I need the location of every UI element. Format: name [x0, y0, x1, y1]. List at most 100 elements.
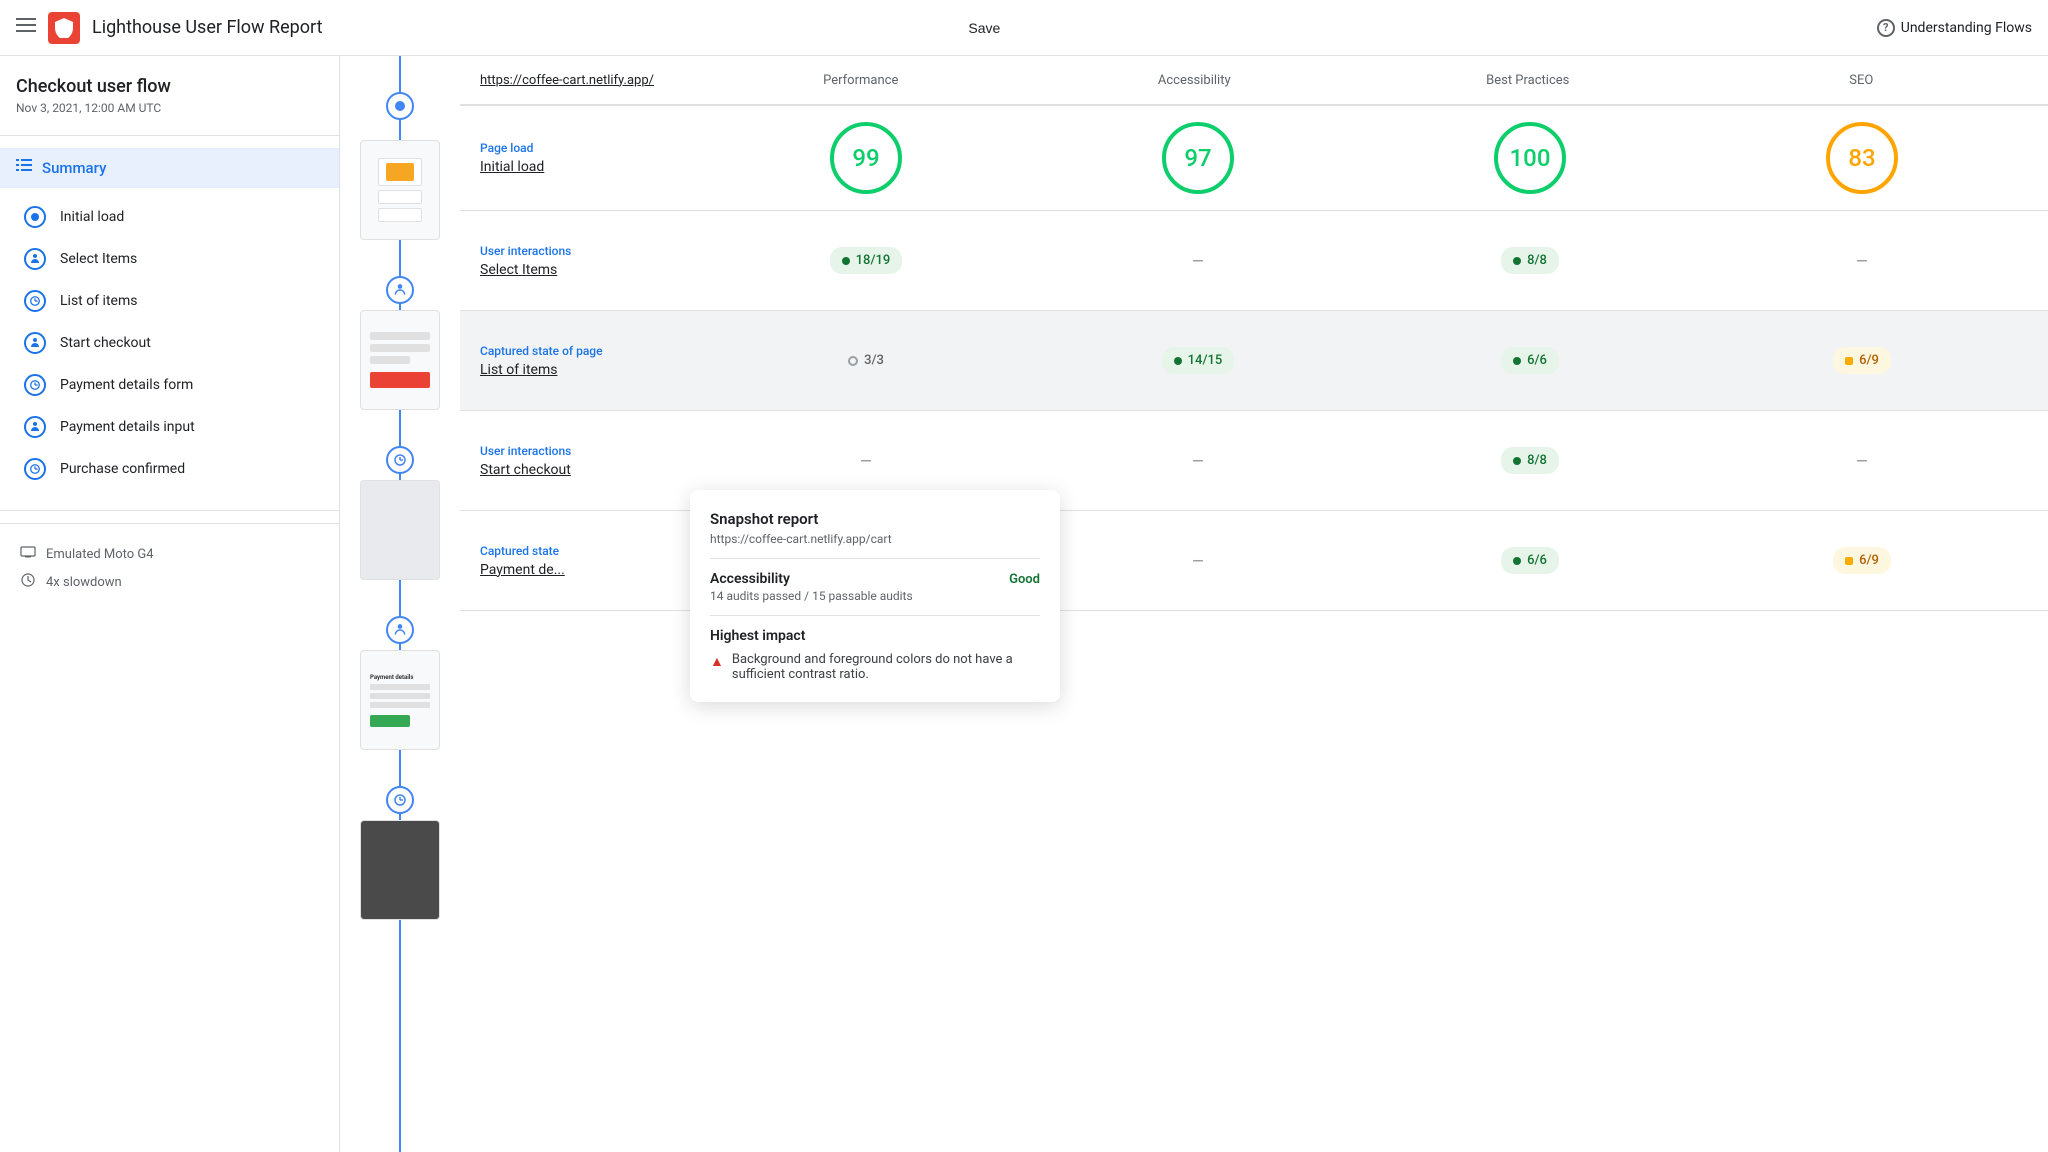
score-pill-18-19: 18/19 — [830, 247, 903, 274]
row-name-payment[interactable]: Payment de... — [480, 562, 700, 578]
snapshot-icon-purchase — [24, 458, 46, 480]
sidebar-footer-divider — [0, 510, 339, 511]
tooltip-accessibility-header: Accessibility Good — [710, 571, 1040, 587]
timeline-thumb-payment-form[interactable]: Payment details — [360, 616, 440, 750]
sidebar-step-start-checkout[interactable]: Start checkout — [0, 322, 339, 364]
sidebar-step-purchase-confirmed[interactable]: Purchase confirmed — [0, 448, 339, 490]
score-cell-bp-list: 6/6 — [1364, 347, 1696, 374]
step-label-initial-load: Initial load — [60, 209, 124, 225]
pill-dot — [1513, 557, 1521, 565]
row-name-initial-load[interactable]: Initial load — [480, 159, 700, 175]
user-interaction-icon-checkout — [24, 332, 46, 354]
score-circle-83: 83 — [1826, 122, 1898, 194]
row-label-payment-details: Captured state Payment de... — [480, 544, 700, 578]
score-cell-bp-checkout: 8/8 — [1364, 447, 1696, 474]
sidebar-title: Checkout user flow — [16, 76, 323, 97]
score-pill-8-8-select: 8/8 — [1501, 247, 1559, 274]
tooltip-impact-item: ▲ Background and foreground colors do no… — [710, 652, 1040, 682]
score-cell-bp-select: 8/8 — [1364, 247, 1696, 274]
dash-acc-select: – — [1191, 249, 1204, 273]
main-layout: Checkout user flow Nov 3, 2021, 12:00 AM… — [0, 56, 2048, 1152]
score-cell-perf-checkout: – — [700, 447, 1032, 474]
row-name-start-checkout[interactable]: Start checkout — [480, 462, 700, 478]
tooltip-url: https://coffee-cart.netlify.app/cart — [710, 532, 1040, 546]
score-cell-acc-select: – — [1032, 247, 1364, 274]
summary-label: Summary — [42, 159, 106, 177]
tooltip-impact-text: Background and foreground colors do not … — [732, 652, 1040, 682]
score-pill-14-15: 14/15 — [1162, 347, 1235, 374]
row-name-select-items[interactable]: Select Items — [480, 262, 700, 278]
scores-url[interactable]: https://coffee-cart.netlify.app/ — [480, 73, 654, 88]
sidebar-step-list-of-items[interactable]: List of items — [0, 280, 339, 322]
score-cells-list: 3/3 14/15 6/6 — [700, 347, 2028, 374]
pill-dot — [842, 257, 850, 265]
score-cell-bp-payment: 6/6 — [1364, 547, 1696, 574]
score-cells-start-checkout: – – 8/8 – — [700, 447, 2028, 474]
dash-seo-select: – — [1855, 249, 1868, 273]
pill-dot-orange — [1845, 557, 1853, 565]
tooltip-impact-title: Highest impact — [710, 628, 1040, 644]
timeline-thumb-select-items[interactable] — [360, 276, 440, 410]
row-label-initial-load: Page load Initial load — [480, 141, 700, 175]
pill-dot-gray — [848, 356, 858, 366]
row-type-initial-load: Page load — [480, 141, 700, 155]
score-pill-6-6-list: 6/6 — [1501, 347, 1559, 374]
device-icon — [20, 544, 36, 564]
timeline-thumb-initial-load[interactable] — [360, 106, 440, 240]
help-link[interactable]: ? Understanding Flows — [1877, 19, 2032, 37]
app-title: Lighthouse User Flow Report — [92, 17, 956, 38]
step-label-select-items: Select Items — [60, 251, 137, 267]
row-label-list-of-items: Captured state of page List of items — [480, 344, 700, 378]
device-info: Emulated Moto G4 — [20, 540, 319, 568]
pill-value: 6/6 — [1527, 353, 1547, 368]
step-label-purchase-confirmed: Purchase confirmed — [60, 461, 185, 477]
sidebar-summary-item[interactable]: Summary — [0, 148, 339, 188]
sidebar-step-payment-input[interactable]: Payment details input — [0, 406, 339, 448]
score-cells-select-items: 18/19 – 8/8 – — [700, 247, 2028, 274]
score-cell-seo-checkout: – — [1696, 447, 2028, 474]
pill-value: 8/8 — [1527, 253, 1547, 268]
sidebar-step-select-items[interactable]: Select Items — [0, 238, 339, 280]
timeline-thumb-list-of-items[interactable] — [360, 446, 440, 580]
save-button[interactable]: Save — [956, 14, 1012, 42]
sidebar-step-initial-load[interactable]: Initial load — [0, 196, 339, 238]
sidebar-step-payment-form[interactable]: Payment details form — [0, 364, 339, 406]
tooltip-accessibility-label: Accessibility — [710, 571, 790, 587]
score-row-initial-load: Page load Initial load 99 97 100 83 — [460, 106, 2048, 211]
score-cell-bp-initial: 100 — [1364, 122, 1696, 194]
score-pill-6-9-list: 6/9 — [1833, 347, 1891, 374]
col-header-accessibility: Accessibility — [1028, 73, 1362, 88]
throttling-info: 4x slowdown — [20, 568, 319, 596]
pill-dot — [1513, 357, 1521, 365]
score-pill-3-3: 3/3 — [836, 347, 896, 374]
row-type-payment: Captured state — [480, 544, 700, 558]
row-type-select-items: User interactions — [480, 244, 700, 258]
score-pill-6-6-payment: 6/6 — [1501, 547, 1559, 574]
throttle-icon — [20, 572, 36, 592]
logo-icon — [48, 12, 80, 44]
content-area: Payment details — [340, 56, 2048, 1152]
score-cell-perf-select: 18/19 — [700, 247, 1032, 274]
pill-dot — [1513, 457, 1521, 465]
score-cell-perf-list: 3/3 — [700, 347, 1032, 374]
device-label: Emulated Moto G4 — [46, 547, 154, 562]
help-icon: ? — [1877, 19, 1895, 37]
sidebar-steps: Initial load Select Items List of items — [0, 188, 339, 498]
pill-value: 6/9 — [1859, 553, 1879, 568]
timeline-thumb-payment-input[interactable] — [360, 786, 440, 920]
tooltip-panel: Snapshot report https://coffee-cart.netl… — [690, 490, 1060, 702]
pill-dot — [1513, 257, 1521, 265]
score-pill-6-9-payment: 6/9 — [1833, 547, 1891, 574]
dash-seo-checkout: – — [1855, 449, 1868, 473]
throttle-label: 4x slowdown — [46, 575, 122, 590]
step-label-payment-form: Payment details form — [60, 377, 193, 393]
scores-url-bar: https://coffee-cart.netlify.app/ Perform… — [460, 56, 2048, 106]
row-name-list[interactable]: List of items — [480, 362, 700, 378]
score-cell-acc-initial: 97 — [1032, 122, 1364, 194]
snapshot-icon-list — [24, 290, 46, 312]
hamburger-icon[interactable] — [16, 15, 36, 40]
pill-value: 6/6 — [1527, 553, 1547, 568]
col-header-best-practices: Best Practices — [1361, 73, 1695, 88]
score-circle-99: 99 — [830, 122, 902, 194]
pill-value: 8/8 — [1527, 453, 1547, 468]
